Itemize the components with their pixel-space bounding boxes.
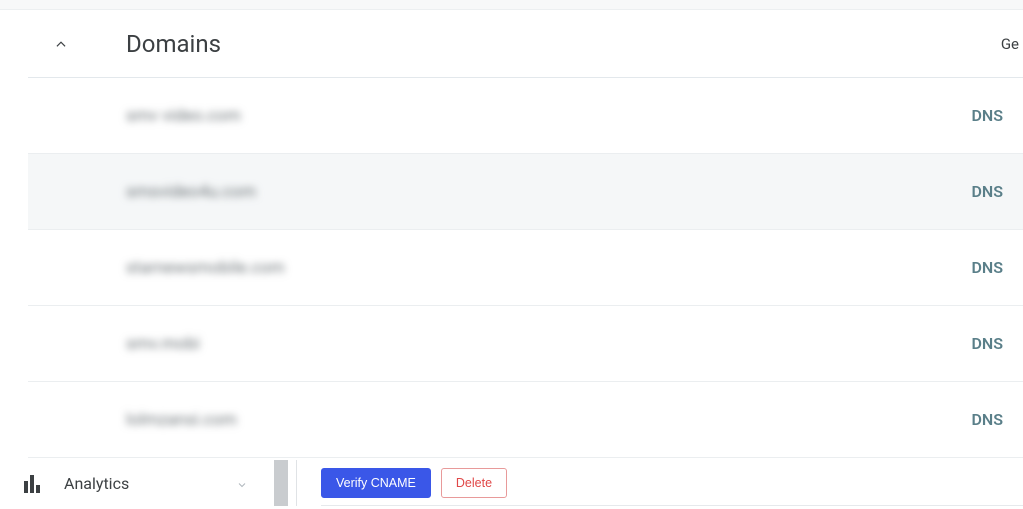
sidebar-item-label: Analytics [64,474,216,493]
domain-row[interactable]: smv.mobi DNS [28,306,1023,382]
scrollbar-thumb[interactable] [274,460,288,506]
chevron-down-icon [236,476,250,490]
divider [296,460,297,506]
delete-button[interactable]: Delete [441,468,507,498]
chevron-up-icon[interactable] [50,33,72,55]
domains-panel: Domains Ge smv video.comDNSsmsvideo4u.co… [28,10,1023,449]
dns-badge[interactable]: DNS [971,258,1003,277]
dns-badge[interactable]: DNS [971,106,1003,125]
verify-cname-button[interactable]: Verify CNAME [321,468,431,498]
domain-name: lolmzansi.com [126,410,237,430]
dns-badge[interactable]: DNS [971,410,1003,429]
domain-name: smv.mobi [126,334,200,354]
bottom-bar: Analytics Verify CNAME Delete [0,457,1023,509]
domain-row[interactable]: smsvideo4u.com DNS [28,154,1023,230]
domain-row[interactable]: starnewsmobile.com DNS [28,230,1023,306]
window-top-bar [0,0,1023,10]
domain-name: smv video.com [126,106,241,126]
domain-row[interactable]: lolmzansi.com DNS [28,382,1023,458]
dns-badge[interactable]: DNS [971,334,1003,353]
domains-section-header[interactable]: Domains Ge [28,10,1023,78]
analytics-icon [24,473,44,493]
action-panel: Verify CNAME Delete [321,460,1023,506]
domain-name: smsvideo4u.com [126,182,256,202]
section-title: Domains [126,30,221,58]
domain-row[interactable]: smv video.com DNS [28,78,1023,154]
domain-name: starnewsmobile.com [126,258,285,278]
dns-badge[interactable]: DNS [971,182,1003,201]
sidebar-item-analytics[interactable]: Analytics [0,473,250,493]
header-right-text: Ge [1001,35,1019,53]
